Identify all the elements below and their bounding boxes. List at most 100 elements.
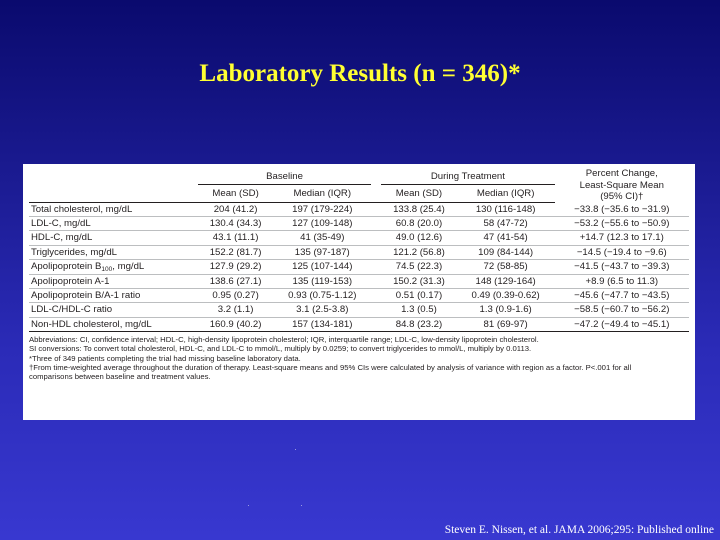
footnote-methods-continued: comparisons between baseline and treatme… bbox=[29, 372, 211, 382]
cell-treatment-median: 0.49 (0.39-0.62) bbox=[456, 288, 555, 304]
table-row: Triglycerides, mg/dL 152.2 (81.7) 135 (97-… bbox=[29, 245, 689, 260]
cell-treatment-mean: 49.0 (12.6) bbox=[381, 230, 457, 246]
cell-percent-change: −58.5 (−60.7 to −56.2) bbox=[554, 302, 689, 318]
cell-baseline-median: 127 (109-148) bbox=[273, 216, 372, 232]
cell-baseline-mean: 0.95 (0.27) bbox=[197, 288, 274, 304]
cell-baseline-mean: 152.2 (81.7) bbox=[197, 245, 274, 260]
row-label-subscript: 100 bbox=[101, 265, 113, 273]
cell-percent-change: −45.6 (−47.7 to −43.5) bbox=[554, 288, 689, 304]
cell-row-label: Apolipoprotein B/A-1 ratio bbox=[29, 288, 198, 304]
cell-baseline-median: 197 (179-224) bbox=[273, 202, 372, 218]
cell-baseline-median: 125 (107-144) bbox=[273, 259, 372, 276]
table-row: LDL-C/HDL-C ratio 3.2 (1.1) 3.1 (2.5-3.8) 1… bbox=[29, 302, 689, 318]
row-label-text: Apolipoprotein B bbox=[31, 260, 102, 272]
cell-treatment-median: 47 (41-54) bbox=[456, 230, 555, 246]
cell-row-label: Apolipoprotein A-1 bbox=[29, 274, 198, 290]
row-label-text: HDL-C, mg/dL bbox=[31, 232, 93, 244]
table-row: Apolipoprotein A-1 138.6 (27.1) 135 (119-1… bbox=[29, 274, 689, 290]
table-body: Total cholesterol, mg/dL 204 (41.2) 197 (1… bbox=[29, 202, 689, 332]
cell-gap bbox=[371, 259, 382, 276]
cell-row-label: HDL-C, mg/dL bbox=[29, 230, 198, 246]
percent-header-line-1: Percent Change, bbox=[585, 168, 658, 179]
cell-treatment-mean: 150.2 (31.3) bbox=[381, 274, 457, 290]
cell-treatment-mean: 0.51 (0.17) bbox=[381, 288, 457, 304]
header-gap bbox=[371, 168, 381, 185]
cell-baseline-mean: 3.2 (1.1) bbox=[197, 302, 274, 318]
cell-baseline-mean: 204 (41.2) bbox=[197, 202, 274, 218]
row-label-text: Apolipoprotein B/A-1 ratio bbox=[31, 290, 141, 302]
footnote-si-conversions: SI conversions: To convert total cholest… bbox=[29, 344, 532, 354]
cell-row-label: LDL-C, mg/dL bbox=[29, 216, 198, 232]
table-row: HDL-C, mg/dL 43.1 (11.1) 41 (35-49) 49.0 (1… bbox=[29, 230, 689, 246]
cell-percent-change: −33.8 (−35.6 to −31.9) bbox=[554, 202, 689, 218]
cell-percent-change: −47.2 (−49.4 to −45.1) bbox=[554, 317, 689, 332]
cell-treatment-median: 109 (84-144) bbox=[456, 245, 555, 260]
cell-treatment-mean: 60.8 (20.0) bbox=[381, 216, 457, 232]
cell-row-label: LDL-C/HDL-C ratio bbox=[29, 302, 198, 318]
cell-percent-change: −53.2 (−55.6 to −50.9) bbox=[554, 216, 689, 232]
cell-gap bbox=[371, 288, 382, 304]
cell-treatment-median: 81 (69-97) bbox=[456, 317, 555, 332]
row-label-suffix: , mg/dL bbox=[112, 260, 145, 272]
footnote-missing-data: *Three of 349 patients completing the tr… bbox=[29, 353, 301, 363]
cell-treatment-median: 1.3 (0.9-1.6) bbox=[456, 302, 555, 318]
column-header-treatment-mean: Mean (SD) bbox=[381, 184, 457, 203]
row-label-text: LDL-C/HDL-C ratio bbox=[31, 304, 113, 316]
group-header-treatment: During Treatment bbox=[381, 168, 555, 186]
cell-baseline-median: 41 (35-49) bbox=[273, 230, 372, 246]
column-header-baseline-mean: Mean (SD) bbox=[197, 184, 274, 203]
cell-gap bbox=[371, 317, 382, 332]
cell-baseline-mean: 43.1 (11.1) bbox=[197, 230, 274, 246]
cell-row-label: Apolipoprotein B100, mg/dL bbox=[29, 259, 198, 276]
cell-gap bbox=[371, 216, 382, 232]
row-label-text: Total cholesterol, mg/dL bbox=[31, 204, 133, 215]
header-spacer bbox=[29, 168, 198, 185]
stray-dot bbox=[248, 505, 249, 506]
table-row: Non-HDL cholesterol, mg/dL 160.9 (40.2) 15… bbox=[29, 317, 689, 332]
row-label-text: LDL-C, mg/dL bbox=[31, 218, 91, 230]
row-label-text: Apolipoprotein A-1 bbox=[31, 276, 110, 288]
cell-baseline-median: 3.1 (2.5-3.8) bbox=[273, 302, 372, 318]
cell-gap bbox=[371, 202, 382, 218]
cell-treatment-median: 72 (58-85) bbox=[456, 259, 555, 276]
percent-header-line-3: (95% CI)† bbox=[600, 191, 644, 202]
table-row: LDL-C, mg/dL 130.4 (34.3) 127 (109-148) 60.… bbox=[29, 216, 689, 232]
cell-percent-change: +14.7 (12.3 to 17.1) bbox=[554, 230, 689, 246]
cell-gap bbox=[371, 302, 382, 318]
cell-baseline-mean: 130.4 (34.3) bbox=[197, 216, 274, 232]
row-label-text: Non-HDL cholesterol, mg/dL bbox=[31, 318, 152, 330]
header-label-blank bbox=[29, 184, 198, 203]
cell-percent-change: −14.5 (−19.4 to −9.6) bbox=[554, 245, 689, 260]
cell-row-label: Non-HDL cholesterol, mg/dL bbox=[29, 317, 198, 332]
table-row: Apolipoprotein B/A-1 ratio 0.95 (0.27) 0.9… bbox=[29, 288, 689, 304]
cell-baseline-median: 0.93 (0.75-1.12) bbox=[273, 288, 372, 304]
cell-treatment-median: 148 (129-164) bbox=[456, 274, 555, 290]
group-header-baseline: Baseline bbox=[197, 168, 372, 186]
table-row: Total cholesterol, mg/dL 204 (41.2) 197 (1… bbox=[29, 202, 689, 218]
cell-row-label: Total cholesterol, mg/dL bbox=[29, 202, 198, 218]
cell-gap bbox=[371, 274, 382, 290]
cell-baseline-median: 135 (97-187) bbox=[273, 245, 372, 260]
cell-treatment-mean: 1.3 (0.5) bbox=[381, 302, 457, 318]
citation: Steven E. Nissen, et al. JAMA 2006;295: … bbox=[444, 524, 714, 536]
slide-title: Laboratory Results (n = 346)* bbox=[199, 60, 521, 87]
footnote-abbreviations: Abbreviations: CI, confidence interval; … bbox=[29, 334, 539, 344]
cell-baseline-median: 157 (134-181) bbox=[273, 317, 372, 332]
cell-treatment-mean: 133.8 (25.4) bbox=[381, 202, 457, 218]
cell-treatment-median: 130 (116-148) bbox=[456, 202, 555, 218]
cell-gap bbox=[371, 230, 382, 246]
cell-treatment-mean: 84.8 (23.2) bbox=[381, 317, 457, 332]
row-label-text: Triglycerides, mg/dL bbox=[31, 246, 118, 258]
percent-header-line-2: Least-Square Mean bbox=[579, 179, 664, 191]
stray-dot bbox=[301, 505, 302, 506]
column-header-percent-change: Percent Change, Least-Square Mean (95% C… bbox=[555, 168, 689, 203]
cell-baseline-mean: 138.6 (27.1) bbox=[197, 274, 274, 290]
cell-baseline-mean: 160.9 (40.2) bbox=[197, 317, 274, 332]
table-row: Apolipoprotein B100, mg/dL 127.9 (29.2) 12… bbox=[29, 259, 689, 276]
cell-treatment-mean: 74.5 (22.3) bbox=[381, 259, 457, 276]
footnote-methods: †From time-weighted average throughout t… bbox=[29, 363, 632, 373]
lab-results-table-panel: Baseline During Treatment Percent Change… bbox=[23, 164, 695, 420]
cell-baseline-median: 135 (119-153) bbox=[273, 274, 372, 290]
table-footnotes: Abbreviations: CI, confidence interval; … bbox=[29, 335, 689, 382]
header-gap-2 bbox=[371, 184, 382, 203]
